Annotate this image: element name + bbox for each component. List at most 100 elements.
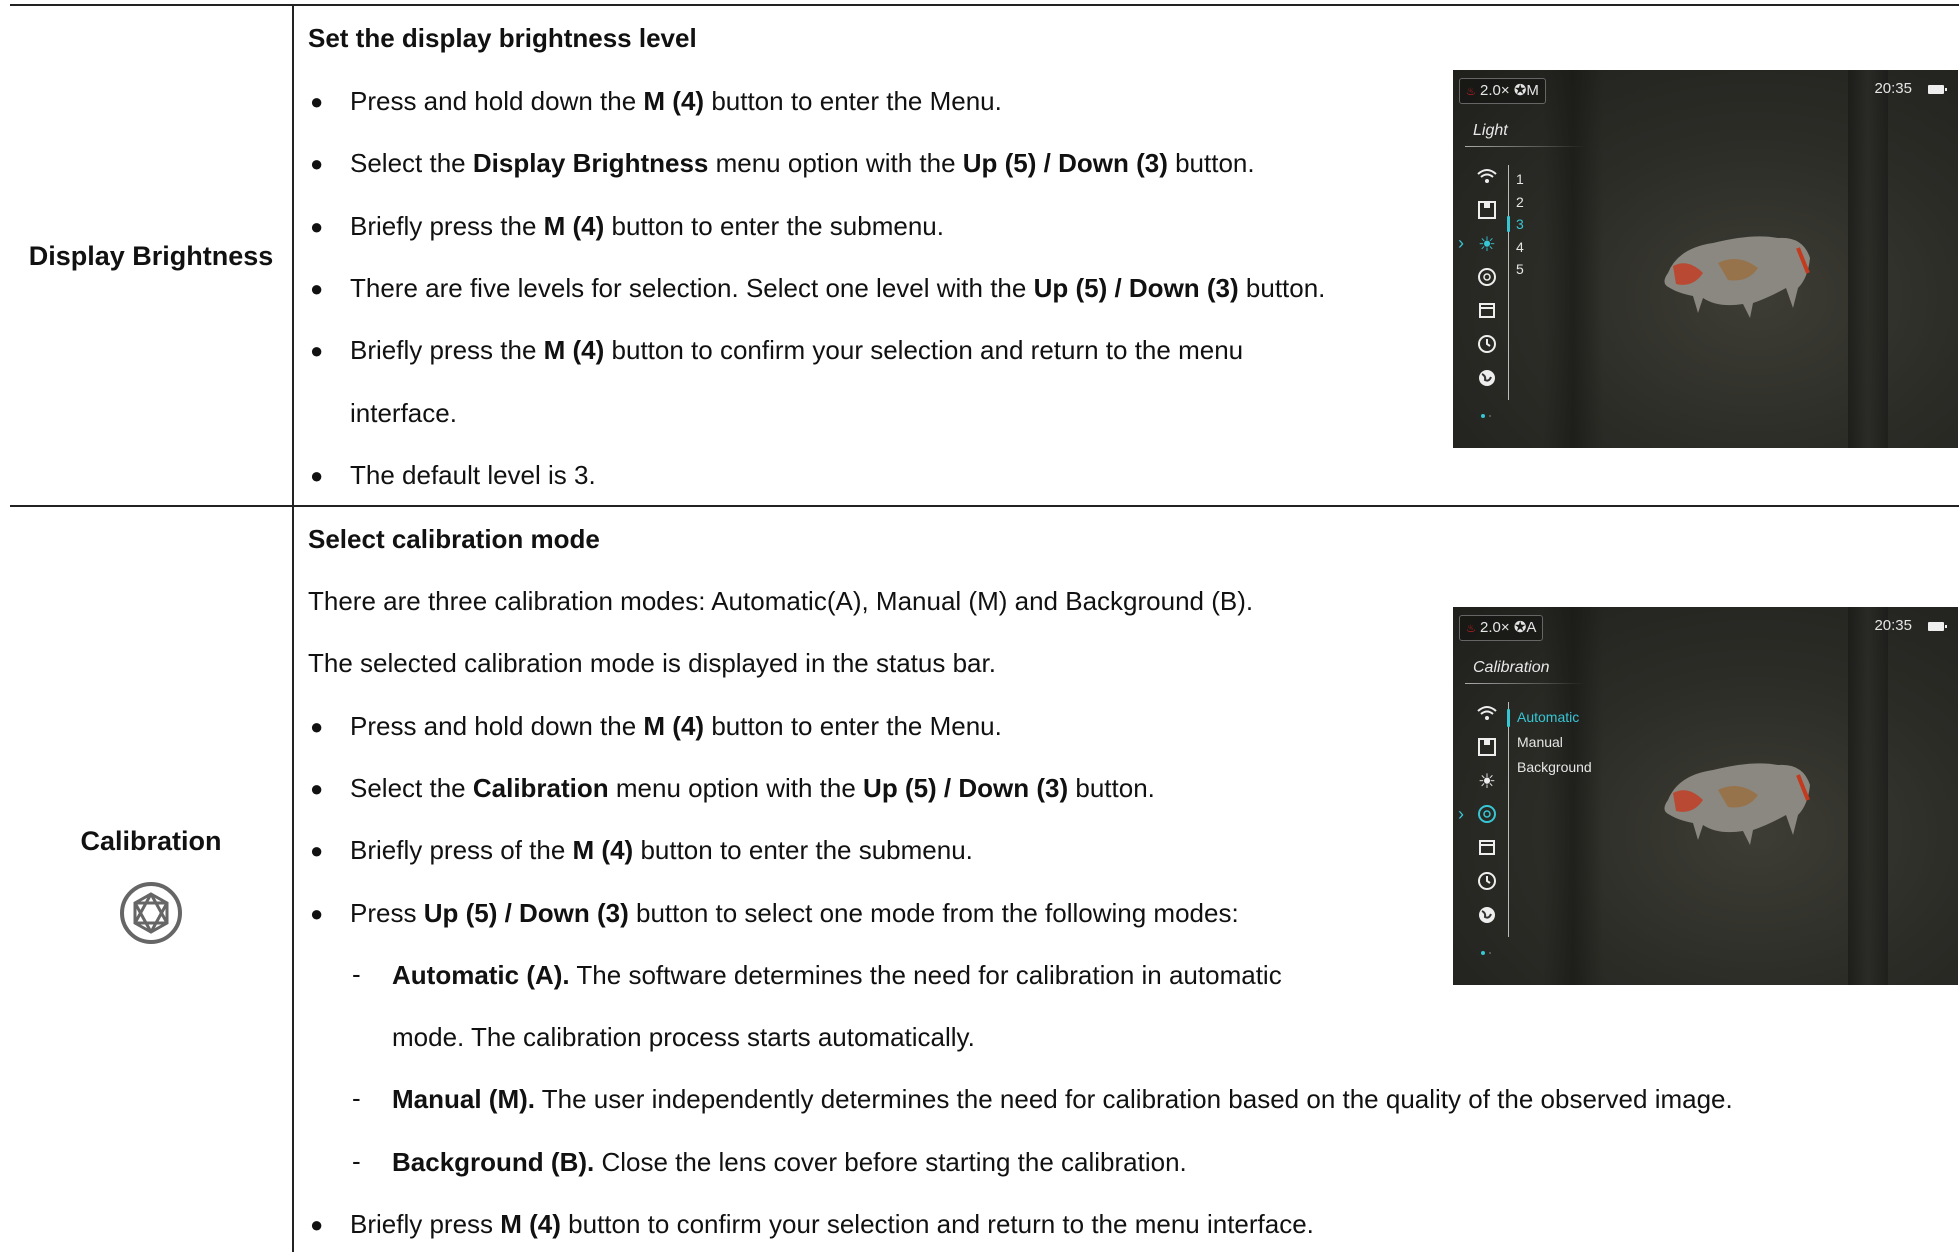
device-screen-calibration: ♨ 2.0× ✪A 20:35 Calibration ☀ › Automati… (1453, 607, 1958, 985)
aperture-icon[interactable] (1473, 267, 1501, 291)
text-run: button to enter the Menu. (704, 710, 1002, 741)
instruction-line: Select the Display Brightness menu optio… (350, 147, 1255, 179)
calibration-mode-icon: ✪ (1513, 619, 1527, 636)
submenu-selection-indicator (1507, 709, 1510, 727)
bold-term: M (4) (572, 835, 634, 866)
bullet-marker: ● (310, 338, 324, 364)
instruction-line: There are five levels for selection. Sel… (350, 272, 1325, 304)
thermal-background (1543, 70, 1603, 448)
submenu-option[interactable]: Automatic (1517, 709, 1579, 725)
text-run: menu option with the (608, 772, 864, 803)
section-heading: Set the display brightness level (308, 23, 697, 53)
column-divider (292, 6, 294, 1252)
bullet-marker: ● (310, 462, 324, 488)
text-run: The selected calibration mode is display… (308, 648, 996, 679)
brightness-icon[interactable]: ☀ (1473, 233, 1501, 257)
selection-arrow: › (1458, 233, 1464, 253)
bullet-marker: ● (310, 275, 324, 301)
calendar-icon[interactable] (1473, 300, 1501, 324)
save-icon[interactable] (1473, 200, 1501, 224)
clock-icon[interactable] (1473, 871, 1501, 895)
text-run: button. (1167, 148, 1255, 179)
text-run: Select the (350, 148, 473, 179)
wifi-icon[interactable] (1473, 166, 1501, 190)
dash-marker: - (352, 958, 361, 989)
row-label-calibration: Calibration (80, 826, 222, 856)
submenu-option[interactable]: 2 (1516, 194, 1524, 210)
text-run: The software determines the need for cal… (569, 959, 1282, 990)
bold-term: Up (5) / Down (3) (423, 897, 629, 928)
aperture-icon[interactable] (1473, 804, 1501, 828)
bold-term: Manual (M). (392, 1084, 535, 1115)
text-run: Select the (350, 772, 473, 803)
bold-term: Up (5) / Down (3) (962, 148, 1168, 179)
instruction-line: Briefly press the M (4) button to enter … (350, 210, 944, 242)
submenu-option[interactable]: Manual (1517, 734, 1563, 750)
menu-title: Calibration (1473, 659, 1550, 676)
text-run: There are five levels for selection. Sel… (350, 272, 1034, 303)
calibration-mode: M (1526, 82, 1539, 99)
text-run: mode. The calibration process starts aut… (392, 1022, 975, 1053)
bullet-marker: ● (310, 775, 324, 801)
thermal-background (1543, 607, 1603, 985)
bold-term: Calibration (472, 772, 609, 803)
text-run: Press and hold down the (350, 710, 644, 741)
instruction-line: Briefly press M (4) button to confirm yo… (350, 1208, 1314, 1240)
page-indicator (1481, 414, 1485, 418)
submenu-track (1508, 165, 1509, 400)
bold-term: Display Brightness (472, 148, 709, 179)
menu-title: Light (1473, 122, 1508, 139)
text-run: Briefly press (350, 1209, 501, 1239)
bold-term: Automatic (A). (392, 959, 570, 990)
instruction-line: Background (B). Close the lens cover bef… (392, 1146, 1187, 1178)
submenu-option[interactable]: 5 (1516, 261, 1524, 277)
submenu-option[interactable]: 3 (1516, 216, 1524, 232)
bold-term: Background (B). (392, 1146, 595, 1177)
menu-title-underline (1465, 683, 1585, 684)
table-top-border (10, 4, 1959, 6)
submenu-option[interactable]: 4 (1516, 239, 1524, 255)
instruction-line: Manual (M). The user independently deter… (392, 1083, 1733, 1115)
text-run: The user independently determines the ne… (535, 1084, 1733, 1115)
instruction-line: The default level is 3. (350, 459, 596, 491)
text-run: button to enter the submenu. (633, 835, 973, 866)
globe-icon[interactable] (1473, 368, 1501, 392)
text-run: interface. (350, 397, 457, 428)
text-run: button. (1068, 772, 1155, 803)
submenu-option[interactable]: Background (1517, 759, 1592, 775)
thermal-background (1848, 70, 1888, 448)
bold-term: M (4) (500, 1209, 561, 1239)
thermal-background (1848, 607, 1888, 985)
save-icon[interactable] (1473, 737, 1501, 761)
wifi-icon[interactable] (1473, 703, 1501, 727)
clock-icon[interactable] (1473, 334, 1501, 358)
page-indicator (1489, 952, 1491, 954)
instruction-line: Automatic (A). The software determines t… (392, 959, 1282, 991)
device-screen-brightness: ♨ 2.0× ✪M 20:35 Light › ☀ 1 2 3 4 5 (1453, 70, 1958, 448)
bold-term: Up (5) / Down (3) (1033, 272, 1239, 303)
thermal-boar-image (1664, 236, 1810, 318)
globe-icon[interactable] (1473, 905, 1501, 929)
text-run: Press and hold down the (350, 86, 644, 116)
instruction-line: mode. The calibration process starts aut… (392, 1021, 975, 1053)
bullet-marker: ● (310, 151, 324, 177)
text-run: Close the lens cover before starting the… (594, 1146, 1187, 1177)
dash-marker: - (352, 1083, 361, 1114)
recording-icon: ♨ (1466, 623, 1476, 635)
zoom-level: 2.0× (1480, 82, 1510, 99)
bullet-marker: ● (310, 713, 324, 739)
instruction-line: Press and hold down the M (4) button to … (350, 710, 1002, 742)
instruction-line: Briefly press the M (4) button to confir… (350, 334, 1243, 366)
bullet-marker: ● (310, 89, 324, 114)
instruction-line: Briefly press of the M (4) button to ent… (350, 834, 973, 866)
submenu-option[interactable]: 1 (1516, 171, 1524, 187)
text-run: menu option with the (708, 148, 963, 179)
text-run: Briefly press of the (350, 835, 573, 866)
clock: 20:35 (1874, 80, 1912, 97)
calendar-icon[interactable] (1473, 837, 1501, 861)
text-run: button to confirm your selection and ret… (560, 1209, 1314, 1239)
instruction-line: The selected calibration mode is display… (308, 647, 996, 679)
bullet-marker: ● (310, 838, 324, 864)
bold-term: M (4) (543, 210, 605, 241)
brightness-icon[interactable]: ☀ (1473, 770, 1501, 794)
